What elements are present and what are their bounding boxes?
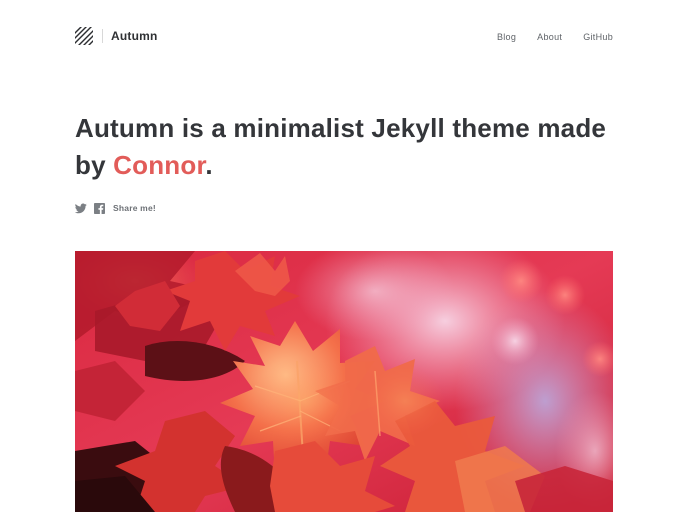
share-label: Share me! — [113, 203, 156, 213]
logo-divider — [102, 29, 103, 43]
striped-logo-icon — [75, 27, 93, 45]
facebook-icon[interactable] — [94, 202, 105, 214]
nav-link-blog[interactable]: Blog — [497, 32, 516, 42]
feature-image — [75, 251, 613, 512]
site-logo[interactable]: Autumn — [75, 26, 158, 46]
share-bar: Share me! — [75, 201, 156, 215]
twitter-icon[interactable] — [75, 203, 87, 214]
main-nav: Blog About GitHub — [476, 32, 613, 42]
site-header: Autumn Blog About GitHub — [75, 26, 613, 48]
author-link[interactable]: Connor — [113, 150, 205, 180]
nav-link-github[interactable]: GitHub — [583, 32, 613, 42]
hero: Autumn is a minimalist Jekyll theme made… — [75, 110, 635, 184]
nav-link-about[interactable]: About — [537, 32, 562, 42]
site-name[interactable]: Autumn — [111, 29, 158, 43]
title-period: . — [205, 150, 213, 180]
page-title: Autumn is a minimalist Jekyll theme made… — [75, 110, 635, 184]
red-autumn-leaves-photo — [75, 251, 613, 512]
